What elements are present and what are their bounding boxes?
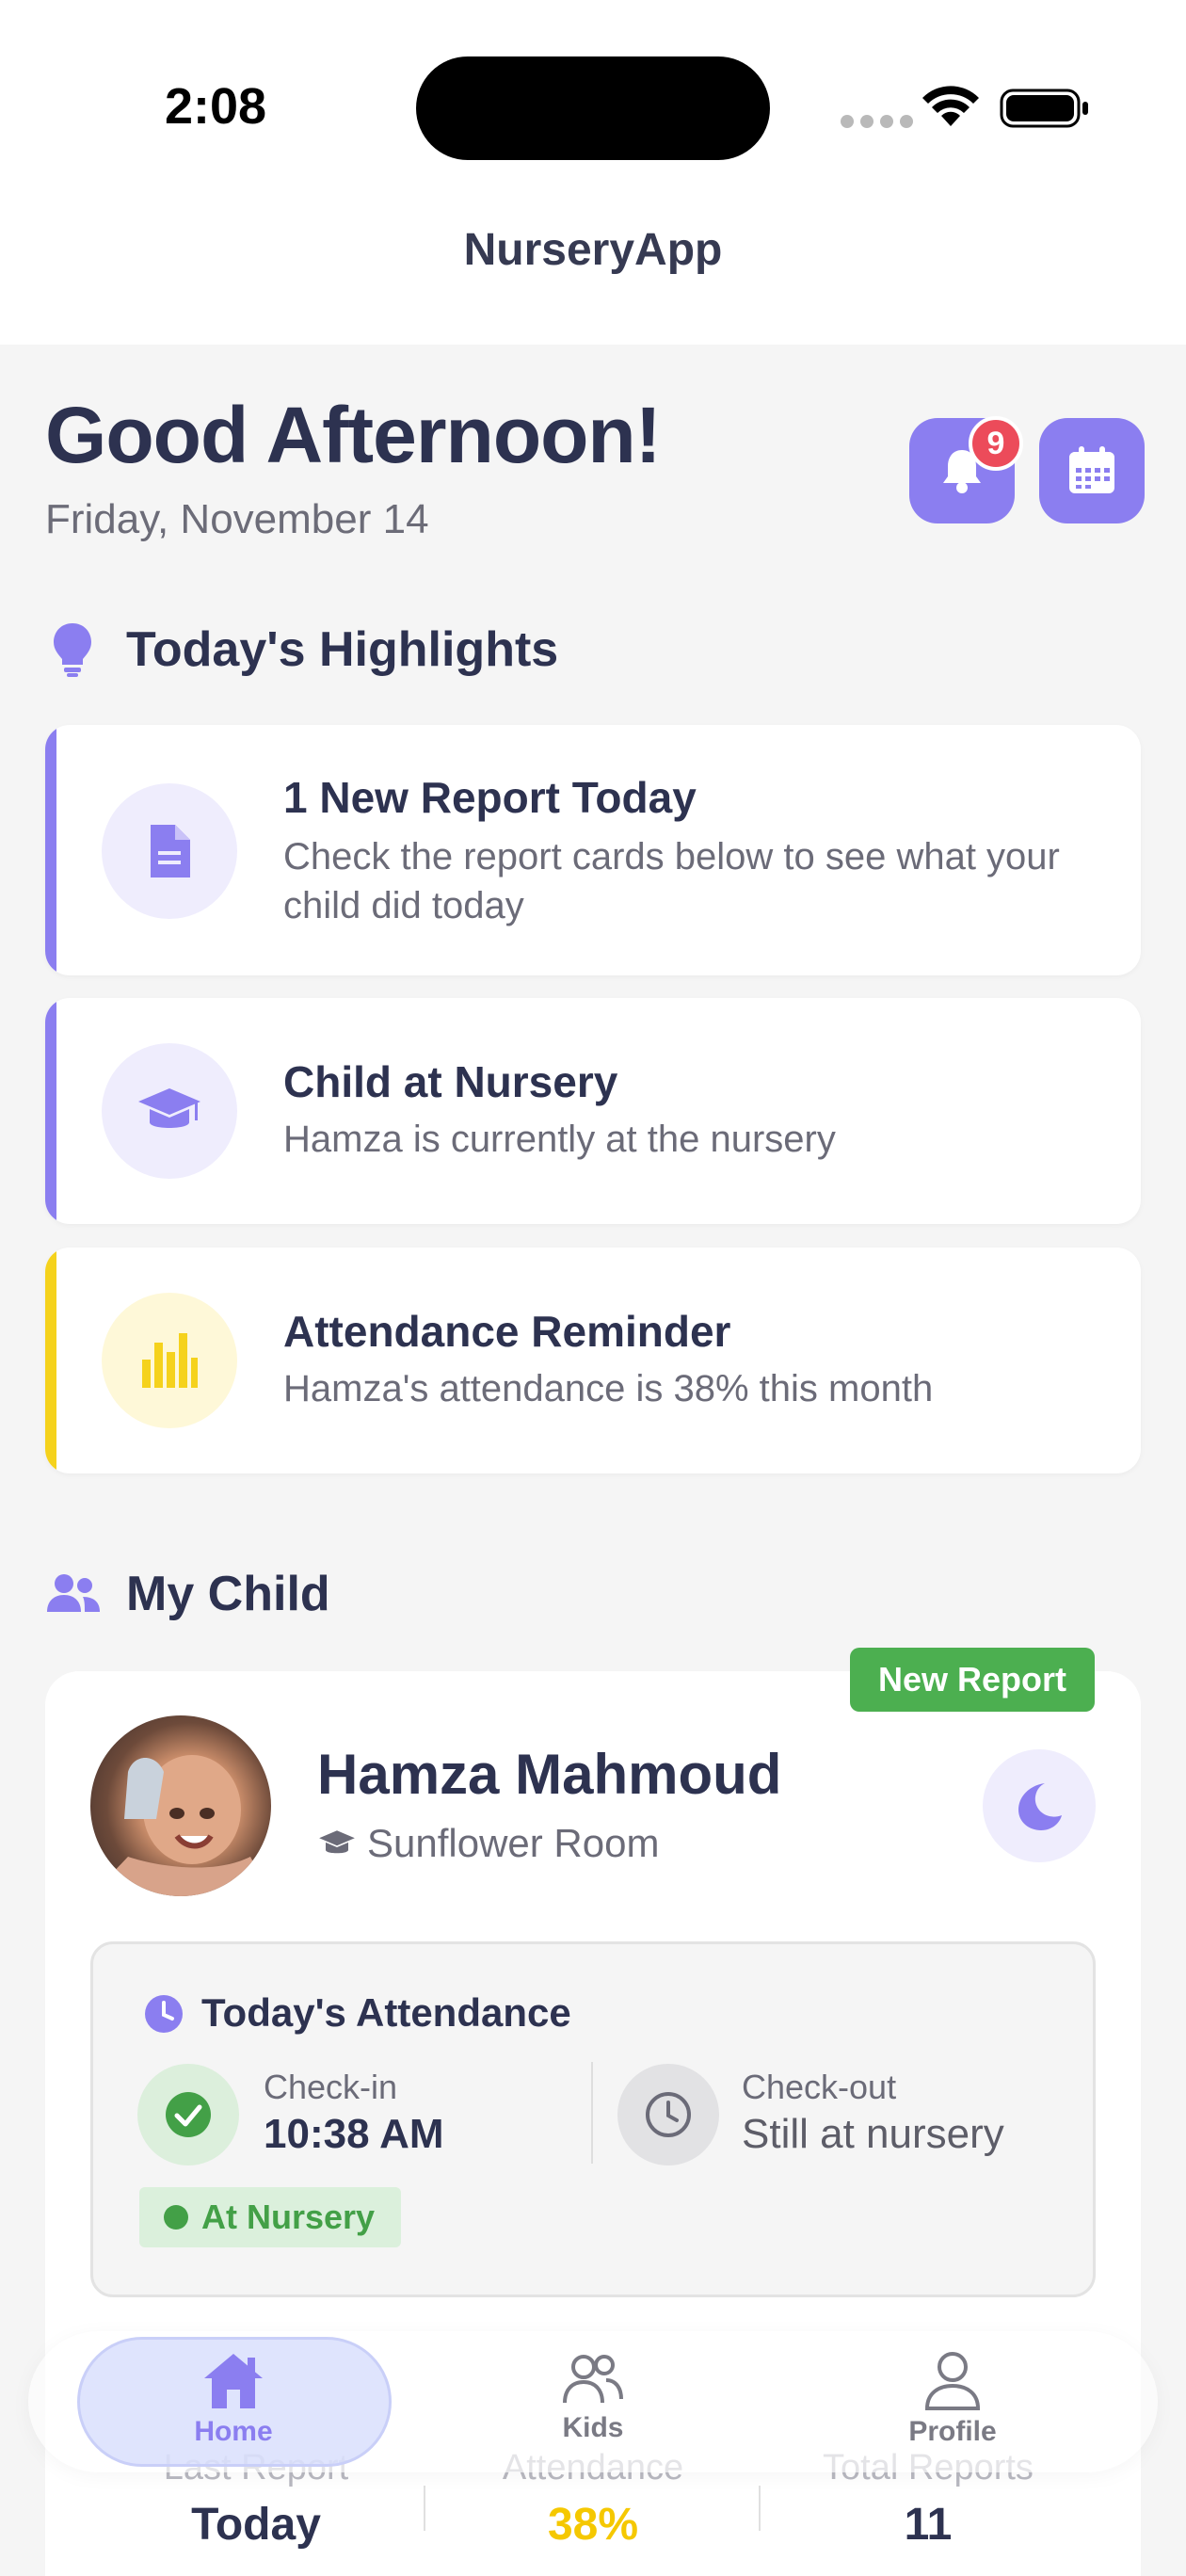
highlights-title: Today's Highlights xyxy=(126,622,559,677)
highlight-title: Attendance Reminder xyxy=(283,1307,731,1356)
nap-mode-button[interactable] xyxy=(983,1749,1096,1862)
attendance-title: Today's Attendance xyxy=(201,1990,571,2035)
highlight-description: Check the report cards below to see what… xyxy=(283,836,1060,926)
home-icon xyxy=(204,2354,263,2408)
top-bar xyxy=(0,0,1186,345)
wifi-icon xyxy=(922,86,979,126)
lightbulb-icon xyxy=(54,623,91,677)
users-icon xyxy=(47,1574,100,1612)
highlight-card-attendance-reminder[interactable]: Attendance Reminder Hamza's attendance i… xyxy=(45,1248,1141,1473)
checkin-icon-circle xyxy=(137,2064,239,2165)
moon-icon xyxy=(1018,1783,1062,1830)
tab-kids[interactable]: Kids xyxy=(452,2339,734,2467)
highlight-icon-circle xyxy=(102,783,237,919)
card-accent-bar xyxy=(45,998,56,1224)
attendance-status: At Nursery xyxy=(201,2198,376,2236)
greeting-title: Good Afternoon! xyxy=(45,391,662,479)
highlight-description: Hamza is currently at the nursery xyxy=(283,1119,836,1160)
graduation-cap-icon xyxy=(319,1830,355,1854)
highlight-card-new-report[interactable]: 1 New Report Today Check the report card… xyxy=(45,725,1141,975)
highlight-title: 1 New Report Today xyxy=(283,773,697,822)
attendance-divider xyxy=(591,2062,593,2164)
signal-icon xyxy=(841,115,913,128)
tab-label: Home xyxy=(194,2416,273,2447)
stat-divider xyxy=(424,2486,425,2531)
dynamic-island xyxy=(416,56,770,160)
notification-badge: 9 xyxy=(969,416,1023,471)
card-accent-bar xyxy=(45,725,56,975)
highlight-icon-circle xyxy=(102,1293,237,1428)
stat-value-last-report: Today xyxy=(191,2500,321,2550)
clock-icon xyxy=(145,1995,183,2033)
app-title: NurseryApp xyxy=(463,225,723,275)
at-nursery-badge: At Nursery xyxy=(139,2187,401,2247)
tab-home[interactable]: Home xyxy=(92,2339,375,2467)
document-icon xyxy=(151,825,190,877)
tab-label: Kids xyxy=(562,2412,624,2443)
checkin-time: 10:38 AM xyxy=(264,2111,444,2157)
stat-value-total-reports: 11 xyxy=(904,2500,953,2550)
highlight-description: Hamza's attendance is 38% this month xyxy=(283,1368,934,1409)
highlight-title: Child at Nursery xyxy=(283,1057,618,1106)
tab-label: Profile xyxy=(908,2416,997,2447)
highlight-icon-circle xyxy=(102,1043,237,1179)
check-circle-icon xyxy=(166,2092,211,2137)
checkout-status: Still at nursery xyxy=(742,2111,1004,2157)
child-room: Sunflower Room xyxy=(367,1821,660,1865)
bar-chart-icon xyxy=(142,1333,198,1388)
current-date: Friday, November 14 xyxy=(45,496,429,542)
child-name: Hamza Mahmoud xyxy=(317,1743,782,1806)
battery-icon xyxy=(1000,89,1088,128)
highlight-card-child-at-nursery[interactable]: Child at Nursery Hamza is currently at t… xyxy=(45,998,1141,1224)
status-time: 2:08 xyxy=(165,78,267,135)
new-report-badge: New Report xyxy=(850,1648,1095,1712)
user-outline-icon xyxy=(924,2352,981,2410)
child-avatar xyxy=(90,1715,271,1896)
checkout-label: Check-out xyxy=(742,2068,897,2106)
card-accent-bar xyxy=(45,1248,56,1473)
clock-outline-icon xyxy=(646,2092,691,2137)
stat-value-attendance: 38% xyxy=(547,2500,639,2550)
tab-profile[interactable]: Profile xyxy=(811,2339,1094,2467)
my-child-title: My Child xyxy=(126,1567,330,1621)
calendar-icon xyxy=(1069,446,1114,493)
users-outline-icon xyxy=(563,2355,623,2404)
checkout-icon-circle xyxy=(617,2064,719,2165)
checkin-label: Check-in xyxy=(264,2068,398,2106)
stat-divider xyxy=(759,2486,761,2531)
status-dot xyxy=(164,2205,188,2230)
graduation-cap-icon xyxy=(138,1088,200,1128)
calendar-button[interactable] xyxy=(1039,418,1145,523)
